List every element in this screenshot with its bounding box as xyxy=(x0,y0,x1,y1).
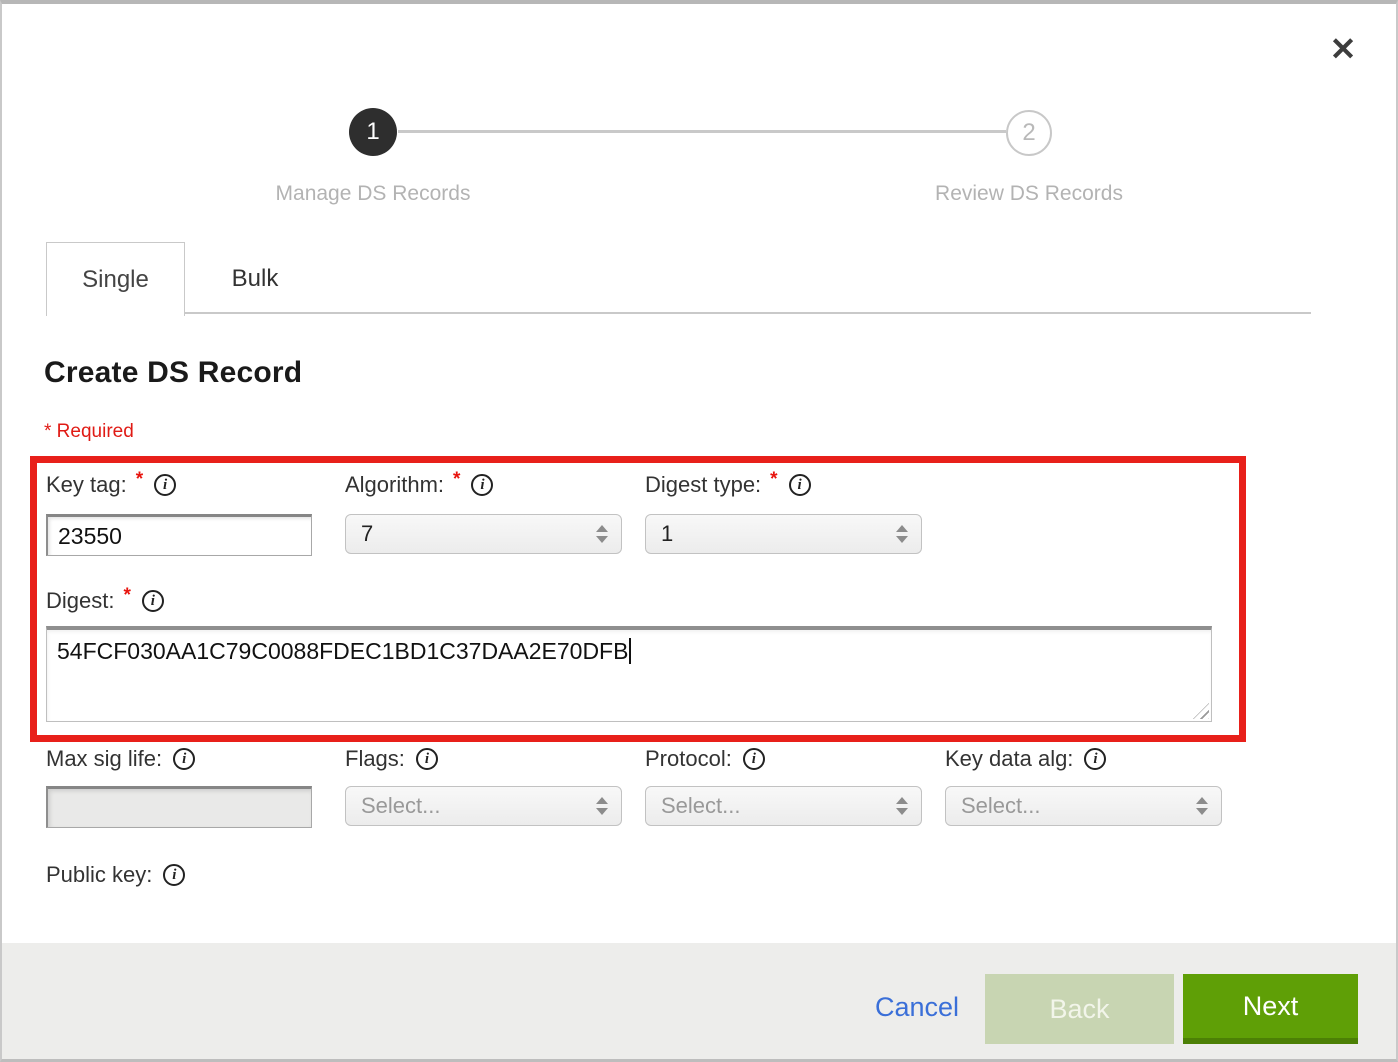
step-1-circle: 1 xyxy=(349,108,397,156)
digest-label-text: Digest: xyxy=(46,588,114,614)
algorithm-select-value: 7 xyxy=(346,521,596,547)
step-2-circle: 2 xyxy=(1006,110,1052,156)
key-data-alg-label: Key data alg: i xyxy=(945,746,1106,772)
flags-label: Flags: i xyxy=(345,746,438,772)
digest-type-select[interactable]: 1 xyxy=(645,514,922,554)
stepper-connector-line xyxy=(398,130,1006,133)
text-cursor xyxy=(629,638,631,664)
cancel-link[interactable]: Cancel xyxy=(875,992,959,1023)
step-1-number: 1 xyxy=(366,118,379,146)
next-button[interactable]: Next xyxy=(1183,974,1358,1044)
digest-type-select-value: 1 xyxy=(646,521,896,547)
select-arrows-icon xyxy=(596,525,608,543)
flags-select[interactable]: Select... xyxy=(345,786,622,826)
max-sig-life-label: Max sig life: i xyxy=(46,746,195,772)
digest-textarea[interactable]: 54FCF030AA1C79C0088FDEC1BD1C37DAA2E70DFB xyxy=(46,626,1212,722)
step-2-label: Review DS Records xyxy=(935,182,1123,206)
key-tag-info-icon[interactable]: i xyxy=(154,474,176,496)
algorithm-select[interactable]: 7 xyxy=(345,514,622,554)
protocol-label-text: Protocol: xyxy=(645,746,732,772)
flags-info-icon[interactable]: i xyxy=(416,748,438,770)
algorithm-info-icon[interactable]: i xyxy=(471,474,493,496)
select-arrows-icon xyxy=(896,525,908,543)
flags-select-value: Select... xyxy=(346,793,596,819)
tab-bar-underline xyxy=(184,312,1311,314)
key-data-alg-info-icon[interactable]: i xyxy=(1084,748,1106,770)
key-tag-label-text: Key tag: xyxy=(46,472,127,498)
required-note: * Required xyxy=(44,421,134,443)
algorithm-label: Algorithm: * i xyxy=(345,472,493,498)
protocol-info-icon[interactable]: i xyxy=(743,748,765,770)
key-data-alg-select-value: Select... xyxy=(946,793,1196,819)
page-title: Create DS Record xyxy=(44,356,302,390)
resize-handle[interactable] xyxy=(1193,703,1209,719)
digest-type-info-icon[interactable]: i xyxy=(789,474,811,496)
select-arrows-icon xyxy=(896,797,908,815)
public-key-label-text: Public key: xyxy=(46,862,152,888)
public-key-label: Public key: i xyxy=(46,862,185,888)
digest-type-label: Digest type: * i xyxy=(645,472,811,498)
tab-single[interactable]: Single xyxy=(46,242,185,316)
digest-info-icon[interactable]: i xyxy=(142,590,164,612)
public-key-info-icon[interactable]: i xyxy=(163,864,185,886)
create-ds-record-modal: ✕ 1 2 Manage DS Records Review DS Record… xyxy=(0,0,1398,1062)
protocol-label: Protocol: i xyxy=(645,746,765,772)
digest-label: Digest: * i xyxy=(46,588,164,614)
tab-bulk-label: Bulk xyxy=(232,265,279,293)
flags-label-text: Flags: xyxy=(345,746,405,772)
close-button[interactable]: ✕ xyxy=(1320,26,1366,72)
digest-required-star: * xyxy=(123,585,130,607)
select-arrows-icon xyxy=(596,797,608,815)
algorithm-required-star: * xyxy=(453,469,460,491)
max-sig-life-info-icon[interactable]: i xyxy=(173,748,195,770)
tab-bulk[interactable]: Bulk xyxy=(185,244,325,314)
max-sig-life-input xyxy=(46,786,312,828)
digest-type-label-text: Digest type: xyxy=(645,472,761,498)
select-arrows-icon xyxy=(1196,797,1208,815)
tab-single-label: Single xyxy=(82,266,149,294)
key-tag-required-star: * xyxy=(136,469,143,491)
protocol-select[interactable]: Select... xyxy=(645,786,922,826)
digest-value: 54FCF030AA1C79C0088FDEC1BD1C37DAA2E70DFB xyxy=(57,638,628,664)
algorithm-label-text: Algorithm: xyxy=(345,472,444,498)
close-icon: ✕ xyxy=(1330,30,1357,68)
step-1-label: Manage DS Records xyxy=(276,182,471,206)
back-button[interactable]: Back xyxy=(985,974,1174,1044)
step-2-number: 2 xyxy=(1022,119,1035,147)
key-data-alg-label-text: Key data alg: xyxy=(945,746,1073,772)
key-data-alg-select[interactable]: Select... xyxy=(945,786,1222,826)
protocol-select-value: Select... xyxy=(646,793,896,819)
key-tag-label: Key tag: * i xyxy=(46,472,176,498)
max-sig-life-label-text: Max sig life: xyxy=(46,746,162,772)
digest-type-required-star: * xyxy=(770,469,777,491)
key-tag-input[interactable] xyxy=(46,514,312,556)
